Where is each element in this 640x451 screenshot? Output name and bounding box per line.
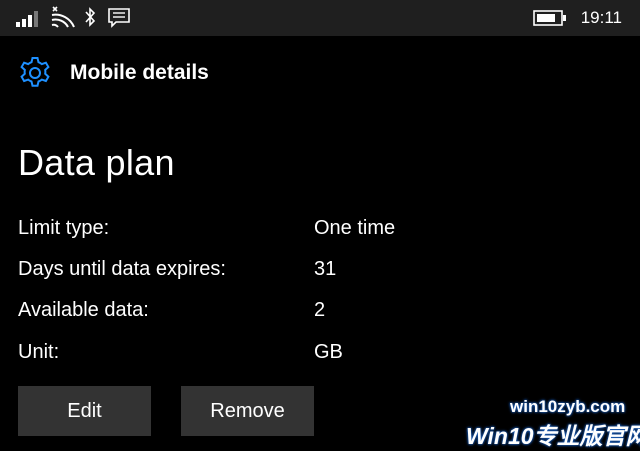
- detail-label: Available data:: [18, 299, 149, 321]
- battery-icon: [533, 10, 566, 26]
- page-title: Mobile details: [70, 61, 209, 84]
- detail-label: Limit type:: [18, 217, 110, 239]
- bluetooth-icon: [85, 7, 96, 27]
- gear-icon: [20, 57, 50, 87]
- detail-value: 2: [314, 299, 326, 321]
- section-title: Data plan: [18, 142, 175, 183]
- edit-button[interactable]: Edit: [18, 386, 151, 436]
- detail-label: Days until data expires:: [18, 258, 226, 280]
- detail-row-days-until-expires: Days until data expires: 31: [18, 258, 618, 288]
- detail-row-limit-type: Limit type: One time: [18, 217, 618, 247]
- page-header: Mobile details: [18, 55, 209, 91]
- detail-value: GB: [314, 341, 343, 363]
- detail-label: Unit:: [18, 341, 60, 363]
- signal-strength-icon: [16, 11, 38, 27]
- detail-value: 31: [314, 258, 337, 280]
- status-bar: 19:11: [0, 0, 640, 36]
- detail-row-unit: Unit: GB: [18, 341, 618, 371]
- wifi-icon: [51, 6, 75, 28]
- watermark-brand: Win10专业版官网: [466, 423, 640, 449]
- watermark-url: win10zyb.com: [510, 397, 626, 416]
- detail-row-available-data: Available data: 2: [18, 299, 618, 329]
- clock: 19:11: [580, 8, 622, 27]
- detail-value: One time: [314, 217, 396, 239]
- message-icon: [108, 8, 130, 28]
- remove-button[interactable]: Remove: [181, 386, 314, 436]
